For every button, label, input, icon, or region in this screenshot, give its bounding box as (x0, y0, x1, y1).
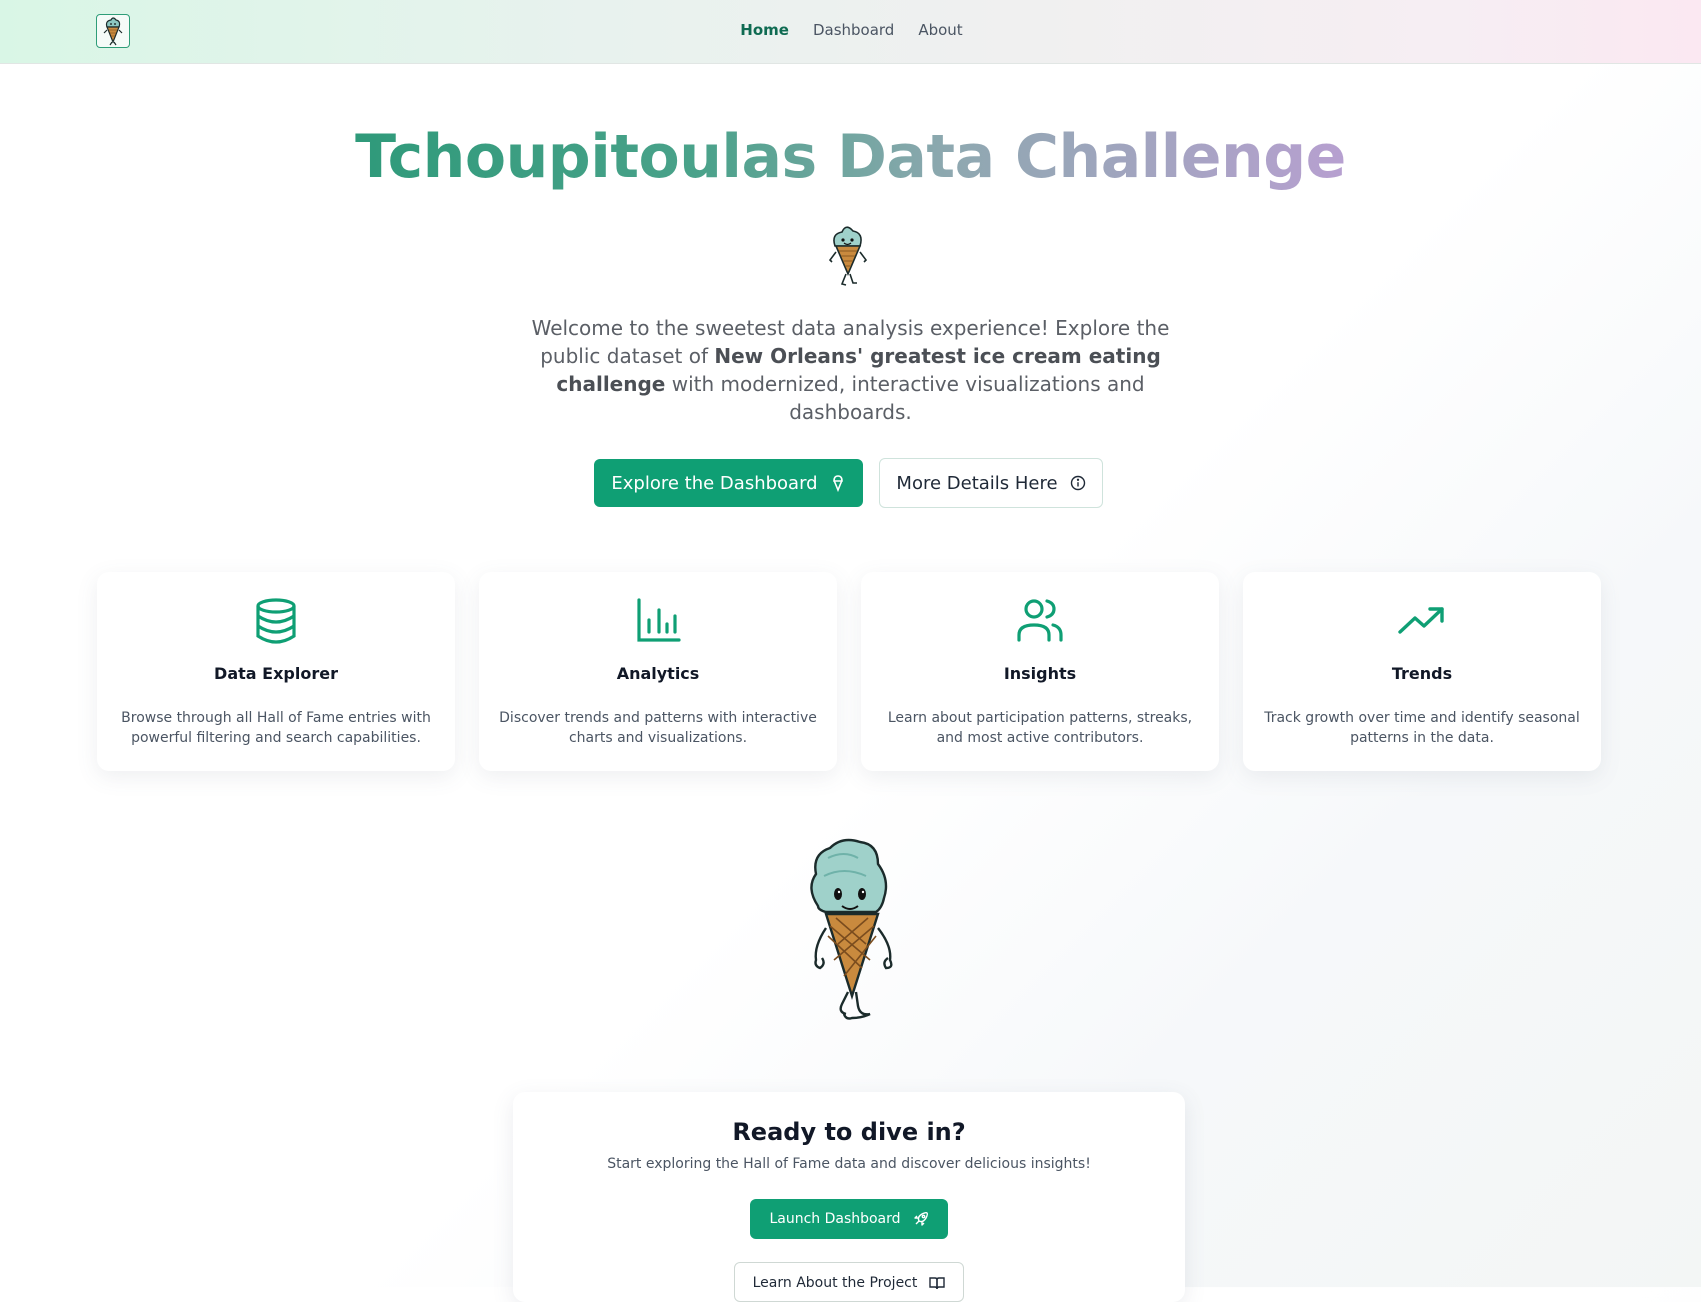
more-details-button[interactable]: More Details Here (879, 458, 1103, 508)
feature-title: Insights (1003, 664, 1077, 683)
rocket-icon (913, 1211, 928, 1226)
hero-description-part2: with modernized, interactive visualizati… (665, 372, 1145, 424)
hero-description: Welcome to the sweetest data analysis ex… (520, 314, 1181, 426)
feature-title: Data Explorer (214, 664, 338, 683)
ice-cream-mascot (828, 226, 868, 286)
launch-dashboard-button[interactable]: Launch Dashboard (750, 1199, 948, 1239)
feature-title: Trends (1391, 664, 1453, 683)
ice-cream-icon (832, 475, 843, 492)
cta-subtitle: Start exploring the Hall of Fame data an… (607, 1156, 1091, 1172)
explore-dashboard-button[interactable]: Explore the Dashboard (594, 459, 863, 507)
ice-cream-mascot-large (810, 838, 893, 1020)
explore-dashboard-label: Explore the Dashboard (611, 472, 818, 494)
cta-card: Ready to dive in? Start exploring the Ha… (513, 1092, 1185, 1302)
learn-about-project-label: Learn About the Project (752, 1275, 918, 1291)
learn-about-project-button[interactable]: Learn About the Project (734, 1262, 964, 1302)
feature-title: Analytics (616, 664, 700, 683)
bar-chart-icon (637, 598, 681, 642)
page-title: Tchoupitoulas Data Challenge (355, 122, 1346, 192)
nav-link-home[interactable]: Home (740, 21, 789, 39)
nav-link-dashboard[interactable]: Dashboard (813, 21, 894, 39)
feature-description: Discover trends and patterns with intera… (499, 710, 817, 746)
feature-card-insights[interactable]: Insights Learn about participation patte… (861, 572, 1219, 771)
feature-description: Track growth over time and identify seas… (1264, 710, 1580, 746)
feature-description: Browse through all Hall of Fame entries … (121, 710, 431, 746)
cta-title: Ready to dive in? (732, 1118, 966, 1146)
database-icon (256, 598, 296, 644)
info-icon (1070, 475, 1085, 491)
more-details-label: More Details Here (896, 472, 1058, 494)
feature-card-data-explorer[interactable]: Data Explorer Browse through all Hall of… (97, 572, 455, 771)
top-navbar: Home Dashboard About (0, 0, 1701, 64)
feature-card-analytics[interactable]: Analytics Discover trends and patterns w… (479, 572, 837, 771)
launch-dashboard-label: Launch Dashboard (769, 1211, 901, 1227)
book-icon (929, 1277, 946, 1290)
trending-up-icon (1398, 607, 1444, 634)
feature-description: Learn about participation patterns, stre… (887, 710, 1193, 746)
nav-link-about[interactable]: About (918, 21, 962, 39)
feature-card-trends[interactable]: Trends Track growth over time and identi… (1243, 572, 1601, 771)
nav-links: Home Dashboard About (0, 21, 1701, 39)
users-icon (1017, 599, 1063, 642)
